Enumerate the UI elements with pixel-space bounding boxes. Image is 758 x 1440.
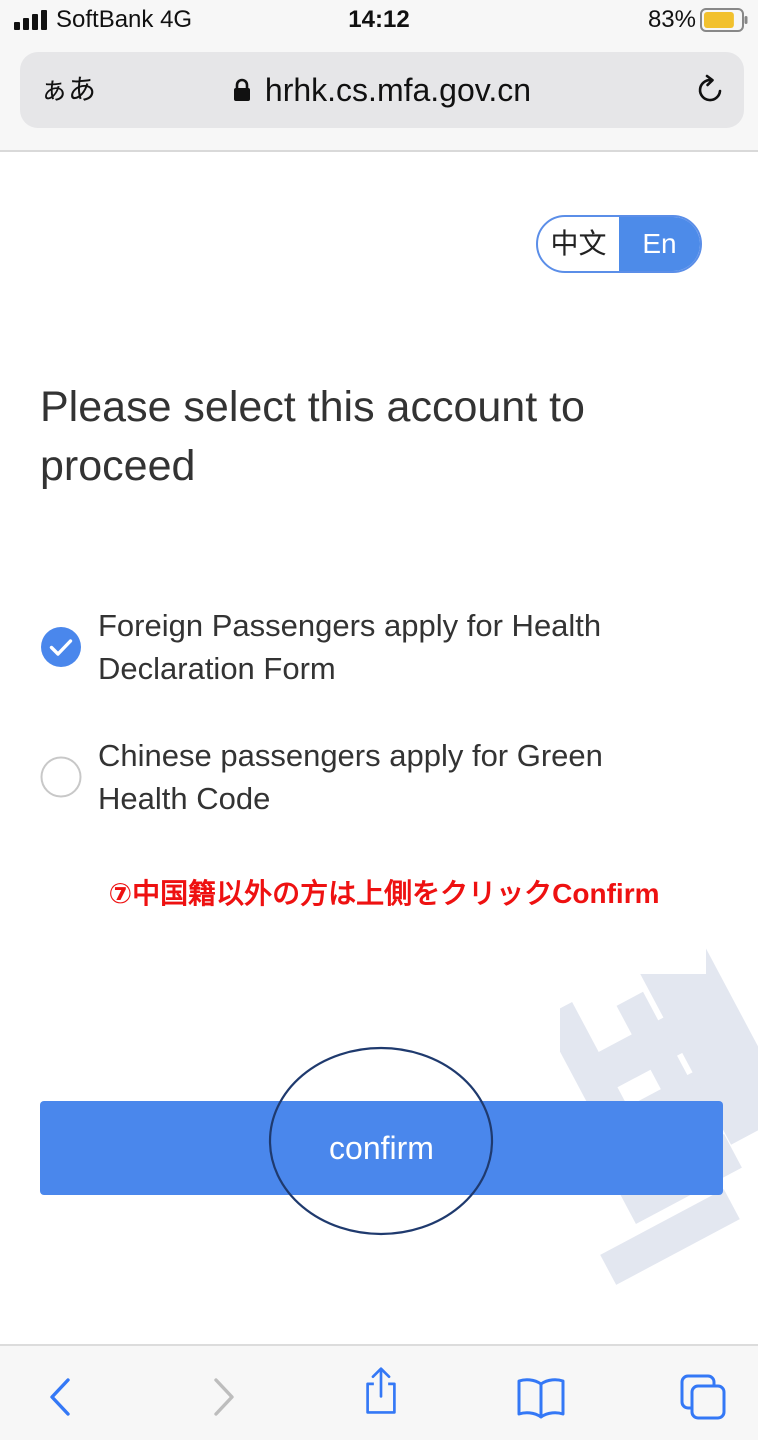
- status-time: 14:12: [348, 6, 410, 33]
- battery-icon: [700, 8, 748, 32]
- radio-unchecked-icon[interactable]: [40, 756, 82, 798]
- battery-percentage: 83%: [647, 6, 696, 33]
- url-text: hrhk.cs.mfa.gov.cn: [264, 71, 532, 108]
- reload-icon[interactable]: [694, 74, 726, 106]
- url-display: hrhk.cs.mfa.gov.cn: [20, 52, 744, 128]
- browser-toolbar: ぁあ hrhk.cs.mfa.gov.cn: [0, 44, 758, 152]
- chevron-right-icon[interactable]: [198, 1372, 248, 1422]
- option-label: Chinese passengers apply for Green Healt…: [98, 738, 603, 816]
- text-size-button[interactable]: ぁあ: [34, 52, 102, 128]
- option-label: Foreign Passengers apply for Health Decl…: [98, 608, 602, 686]
- browser-bottom-toolbar: [0, 1344, 758, 1440]
- language-toggle: 中文 En: [536, 215, 702, 273]
- lock-icon: [233, 78, 250, 101]
- annotation-callout: ⑦中国籍以外の方は上側をクリックConfirm: [62, 858, 706, 974]
- page-title: Please select this account to proceed: [40, 383, 585, 490]
- language-option-english[interactable]: En: [619, 217, 700, 271]
- address-bar[interactable]: ぁあ hrhk.cs.mfa.gov.cn: [20, 52, 744, 128]
- chevron-left-icon[interactable]: [36, 1372, 86, 1422]
- confirm-button[interactable]: confirm: [40, 1101, 723, 1195]
- language-option-chinese[interactable]: 中文: [538, 217, 619, 271]
- status-bar: SoftBank 4G 14:12 83%: [0, 0, 758, 44]
- share-icon[interactable]: [356, 1366, 406, 1416]
- radio-checked-icon[interactable]: [40, 626, 82, 668]
- tabs-icon[interactable]: [678, 1372, 728, 1422]
- book-icon[interactable]: [516, 1372, 566, 1422]
- annotation-text: ⑦中国籍以外の方は上側をクリックConfirm: [108, 878, 660, 909]
